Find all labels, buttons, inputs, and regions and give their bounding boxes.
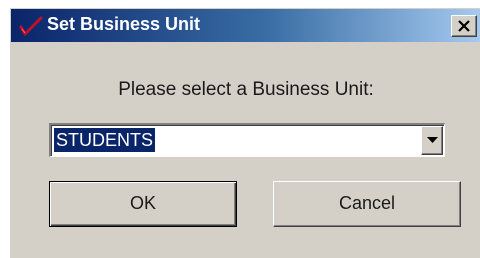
- dropdown-arrow-button[interactable]: [421, 126, 443, 155]
- title-bar[interactable]: Set Business Unit: [11, 9, 480, 42]
- selected-business-unit: STUDENTS: [52, 127, 157, 153]
- close-button[interactable]: [451, 15, 477, 37]
- window-title: Set Business Unit: [47, 14, 201, 34]
- red-checkmark-icon: [19, 16, 43, 36]
- set-business-unit-dialog: Set Business Unit Please select a Busine…: [10, 8, 480, 258]
- ok-button[interactable]: OK: [49, 181, 237, 227]
- cancel-button[interactable]: Cancel: [273, 181, 461, 227]
- business-unit-dropdown[interactable]: STUDENTS: [49, 123, 445, 157]
- prompt-label: Please select a Business Unit:: [118, 79, 374, 100]
